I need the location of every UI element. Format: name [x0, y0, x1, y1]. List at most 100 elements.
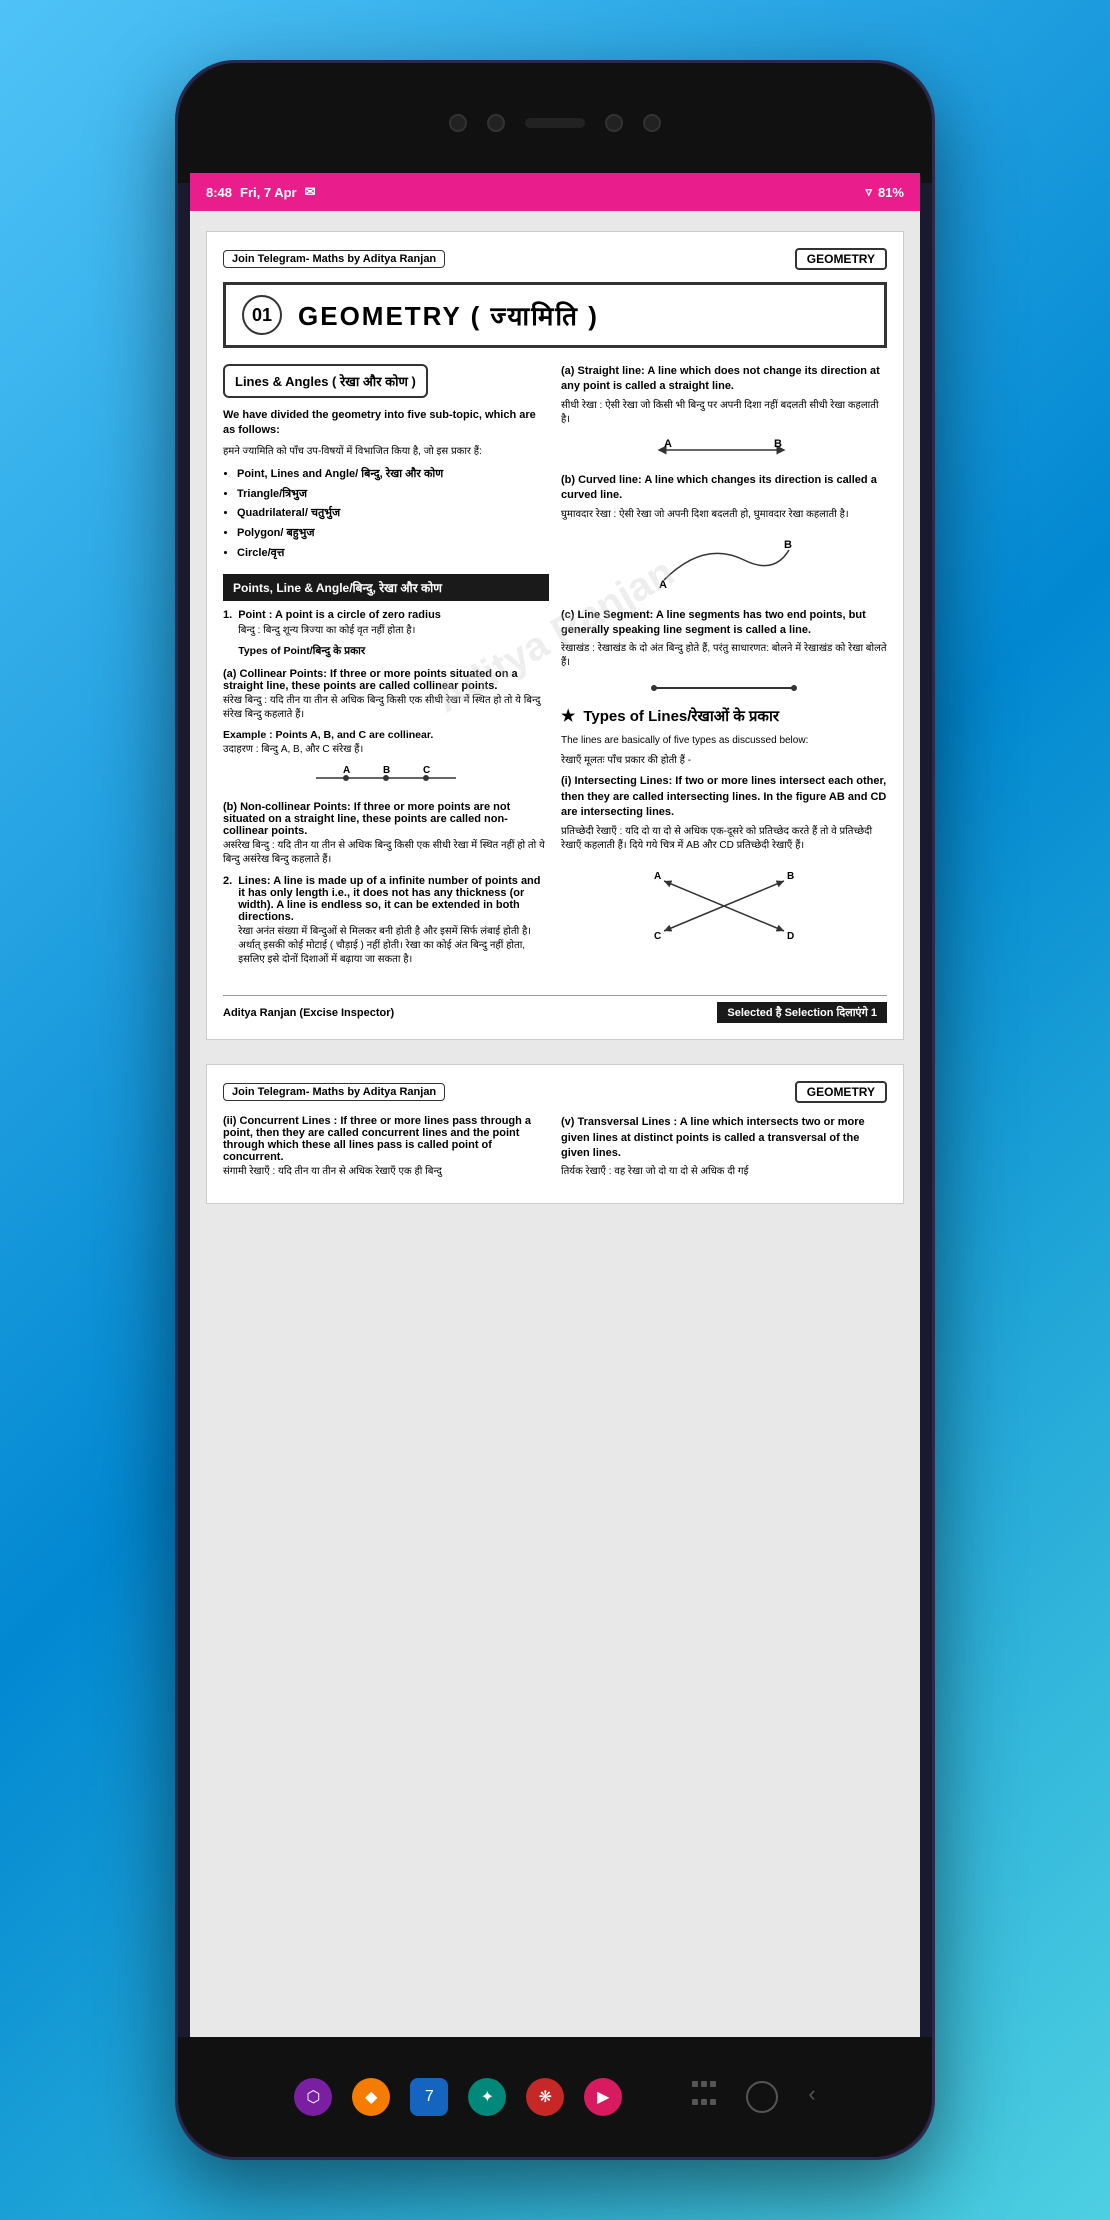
point-hindi: बिन्दु : बिन्दु शून्य त्रिज्या का कोई वृ…	[238, 624, 441, 638]
non-collinear-title: (b) Non-collinear Points: If three or mo…	[223, 801, 549, 837]
svg-text:A: A	[659, 579, 667, 591]
title-section: 01 GEOMETRY ( ज्यामिति )	[223, 282, 887, 348]
app-icon-2[interactable]: ◆	[352, 2078, 390, 2116]
camera-far-right	[643, 114, 661, 132]
curved-line-title: (b) Curved line: A line which changes it…	[561, 473, 887, 504]
right-column: (a) Straight line: A line which does not…	[561, 364, 887, 983]
telegram-badge-2: Join Telegram- Maths by Aditya Ranjan	[223, 1083, 445, 1101]
concurrent-title: (ii) Concurrent Lines : If three or more…	[223, 1115, 549, 1163]
svg-text:A: A	[654, 871, 661, 882]
page-header-2: Join Telegram- Maths by Aditya Ranjan GE…	[223, 1081, 887, 1103]
intersecting-hindi: प्रतिच्छेदी रेखाएँ : यदि दो या दो से अधि…	[561, 825, 887, 853]
types-body: The lines are basically of five types as…	[561, 734, 887, 748]
status-bar: 8:48 Fri, 7 Apr ✉ ▿ 81%	[190, 173, 920, 211]
line-segment-section: (c) Line Segment: A line segments has tw…	[561, 608, 887, 699]
intro-hindi: हमने ज्यामिति को पाँच उप-विषयों में विभा…	[223, 445, 549, 459]
concurrent-section: (ii) Concurrent Lines : If three or more…	[223, 1115, 549, 1179]
system-nav: ‹	[692, 2081, 815, 2113]
battery: 81%	[878, 185, 904, 200]
app-icon-4[interactable]: ✦	[468, 2078, 506, 2116]
section-header-dark: Points, Line & Angle/बिन्दु, रेखा और कोण	[223, 574, 549, 601]
straight-line-title: (a) Straight line: A line which does not…	[561, 364, 887, 395]
intersecting-diagram: C A B D	[561, 861, 887, 951]
svg-text:B: B	[784, 539, 792, 551]
phone-top	[178, 63, 932, 183]
app-icon-3[interactable]: 7	[410, 2078, 448, 2116]
types-hindi: रेखाएँ मूलतः पाँच प्रकार की होती हैं -	[561, 754, 887, 768]
phone-bottom: ⬡ ◆ 7 ✦ ❋ ▶ ‹	[178, 2037, 932, 2157]
collinear-svg: A B C	[306, 763, 466, 793]
date: Fri, 7 Apr	[240, 185, 297, 200]
point-title: Point : A point is a circle of zero radi…	[238, 609, 441, 621]
svg-text:B: B	[787, 871, 794, 882]
line-segment-hindi: रेखाखंड : रेखाखंड के दो अंत बिन्दु होते …	[561, 642, 887, 670]
email-icon: ✉	[305, 184, 316, 200]
home-button[interactable]	[746, 2081, 778, 2113]
telegram-badge-1: Join Telegram- Maths by Aditya Ranjan	[223, 250, 445, 268]
transversal-hindi: तिर्यक रेखाएँ : वह रेखा जो दो या दो से अ…	[561, 1165, 887, 1179]
svg-text:D: D	[787, 931, 794, 942]
wifi-icon: ▿	[865, 184, 872, 200]
collinear-section: (a) Collinear Points: If three or more p…	[223, 668, 549, 793]
straight-line-section: (a) Straight line: A line which does not…	[561, 364, 887, 465]
lines-item: 2. Lines: A line is made up of a infinit…	[223, 875, 549, 973]
bullet-list: Point, Lines and Angle/ बिन्दु, रेखा और …	[237, 465, 549, 564]
chapter-number: 01	[242, 295, 282, 335]
content-area[interactable]: Aditya Ranjan Join Telegram- Maths by Ad…	[190, 211, 920, 2047]
speaker	[525, 118, 585, 128]
app-icon-1[interactable]: ⬡	[294, 2078, 332, 2116]
page-header-1: Join Telegram- Maths by Aditya Ranjan GE…	[223, 248, 887, 270]
page2-left: (ii) Concurrent Lines : If three or more…	[223, 1115, 549, 1187]
camera-left	[449, 114, 467, 132]
nav-bar: ⬡ ◆ 7 ✦ ❋ ▶ ‹	[294, 2078, 815, 2116]
straight-line-hindi: सीधी रेखा : ऐसी रेखा जो किसी भी बिन्दु प…	[561, 399, 887, 427]
curved-line-diagram: A B	[561, 530, 887, 600]
straight-line-diagram: A B	[561, 435, 887, 465]
concurrent-hindi: संगामी रेखाएँ : यदि तीन या तीन से अधिक र…	[223, 1165, 549, 1179]
page-card-1: Aditya Ranjan Join Telegram- Maths by Ad…	[206, 231, 904, 1040]
app-icons[interactable]: ⬡ ◆ 7 ✦ ❋ ▶	[294, 2078, 622, 2116]
intro-bold: We have divided the geometry into five s…	[223, 408, 549, 439]
page2-columns: (ii) Concurrent Lines : If three or more…	[223, 1115, 887, 1187]
page-footer-1: Aditya Ranjan (Excise Inspector) Selecte…	[223, 995, 887, 1023]
bullet-5: Circle/वृत्त	[237, 544, 549, 564]
camera-right	[605, 114, 623, 132]
page2-right: (v) Transversal Lines : A line which int…	[561, 1115, 887, 1187]
app-icon-6[interactable]: ▶	[584, 2078, 622, 2116]
recent-apps-icon[interactable]	[692, 2081, 716, 2113]
types-of-lines-header: ★ Types of Lines/रेखाओं के प्रकार	[561, 706, 887, 726]
example-text: Example : Points A, B, and C are colline…	[223, 728, 549, 743]
svg-text:B: B	[383, 765, 390, 776]
lines-hindi: रेखा अनंत संख्या में बिन्दुओं से मिलकर ब…	[238, 925, 549, 967]
svg-text:A: A	[343, 765, 350, 776]
page-card-2: Join Telegram- Maths by Aditya Ranjan GE…	[206, 1064, 904, 1204]
geometry-badge-2: GEOMETRY	[795, 1081, 887, 1103]
bullet-2: Triangle/त्रिभुज	[237, 485, 549, 505]
star-icon: ★	[561, 706, 575, 726]
transversal-section: (v) Transversal Lines : A line which int…	[561, 1115, 887, 1179]
bullet-3: Quadrilateral/ चतुर्भुज	[237, 504, 549, 524]
curved-line-section: (b) Curved line: A line which changes it…	[561, 473, 887, 600]
two-column-layout: Lines & Angles ( रेखा और कोण ) We have d…	[223, 364, 887, 983]
types-of-point: Types of Point/बिन्दु के प्रकार	[238, 644, 441, 659]
back-button[interactable]: ‹	[808, 2081, 815, 2113]
collinear-diagram: A B C	[223, 763, 549, 793]
svg-text:B: B	[774, 438, 782, 450]
svg-text:C: C	[423, 765, 430, 776]
transversal-title: (v) Transversal Lines : A line which int…	[561, 1115, 887, 1161]
left-column: Lines & Angles ( रेखा और कोण ) We have d…	[223, 364, 549, 983]
time: 8:48	[206, 185, 232, 200]
intersecting-svg: C A B D	[644, 861, 804, 951]
line-segment-diagram	[561, 678, 887, 698]
point-item: 1. Point : A point is a circle of zero r…	[223, 609, 549, 659]
status-right: ▿ 81%	[865, 184, 904, 200]
bullet-1: Point, Lines and Angle/ बिन्दु, रेखा और …	[237, 465, 549, 485]
footer-selection: Selected है Selection दिलाएंगे 1	[717, 1002, 887, 1023]
curved-line-hindi: घुमावदार रेखा : ऐसी रेखा जो अपनी दिशा बद…	[561, 508, 887, 522]
app-icon-5[interactable]: ❋	[526, 2078, 564, 2116]
example-hindi: उदाहरण : बिन्दु A, B, और C संरेख हैं।	[223, 743, 549, 757]
geometry-badge-1: GEOMETRY	[795, 248, 887, 270]
curved-line-svg: A B	[644, 530, 804, 600]
svg-text:A: A	[664, 438, 672, 450]
non-collinear-section: (b) Non-collinear Points: If three or mo…	[223, 801, 549, 867]
